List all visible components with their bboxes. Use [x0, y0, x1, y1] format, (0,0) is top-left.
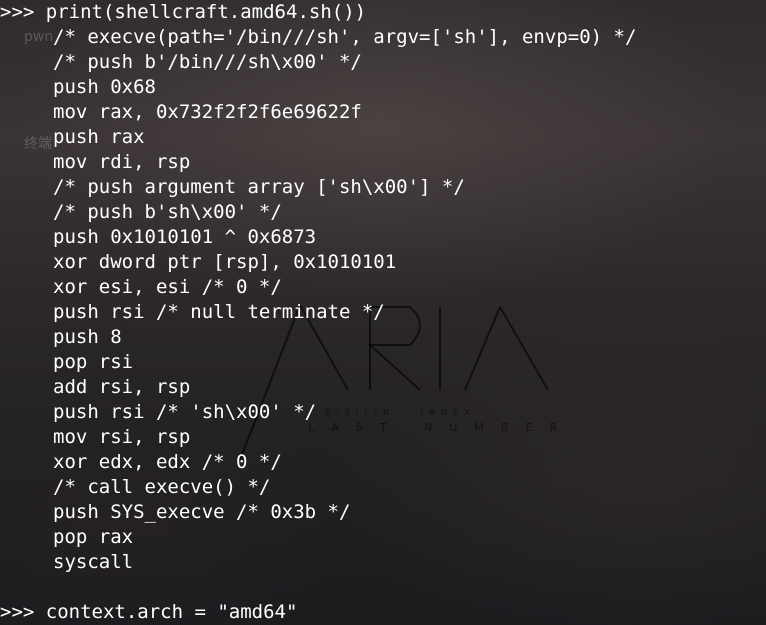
terminal-output-line: mov rax, 0x732f2f2f6e69622f	[53, 101, 362, 123]
terminal-next-command: context.arch = "amd64"	[45, 601, 298, 623]
terminal-output-line: xor edx, edx /* 0 */	[53, 451, 282, 473]
terminal-output-line: pop rax	[53, 526, 134, 548]
terminal-output-line: add rsi, rsp	[53, 376, 191, 398]
terminal-output-line: push 0x1010101 ^ 0x6873	[53, 226, 317, 248]
terminal-output-line: /* push b'/bin///sh\x00' */	[53, 51, 362, 73]
terminal-next-command-line: >>> context.arch = "amd64"	[0, 600, 636, 625]
terminal-output-line: mov rdi, rsp	[53, 151, 191, 173]
terminal-output-line: push 8	[53, 326, 122, 348]
terminal-output-line: syscall	[53, 551, 134, 573]
terminal-output-line: /* push argument array ['sh\x00'] */	[53, 176, 465, 198]
terminal-command: print(shellcraft.amd64.sh())	[45, 1, 367, 23]
terminal-output-line: pop rsi	[53, 351, 134, 373]
terminal-output-line: xor dword ptr [rsp], 0x1010101	[53, 251, 397, 273]
terminal-output-line: /* call execve() */	[53, 476, 271, 498]
terminal-output-line: /* push b'sh\x00' */	[53, 201, 282, 223]
terminal-output-line: push rax	[53, 126, 145, 148]
terminal-output-line: xor esi, esi /* 0 */	[53, 276, 282, 298]
terminal-output-line: mov rsi, rsp	[53, 426, 191, 448]
terminal-prompt: >>>	[0, 601, 35, 623]
terminal-output-lines: /* execve(path='/bin///sh', argv=['sh'],…	[0, 25, 636, 575]
terminal-output-line: push 0x68	[53, 76, 156, 98]
terminal-output[interactable]: >>> print(shellcraft.amd64.sh()) /* exec…	[0, 0, 636, 625]
terminal-command-line: >>> print(shellcraft.amd64.sh())	[0, 0, 636, 25]
terminal-output-line: push rsi /* 'sh\x00' */	[53, 401, 317, 423]
terminal-output-line: push rsi /* null terminate */	[53, 301, 385, 323]
terminal-output-line: /* execve(path='/bin///sh', argv=['sh'],…	[53, 26, 637, 48]
terminal-output-line: push SYS_execve /* 0x3b */	[53, 501, 351, 523]
terminal-prompt: >>>	[0, 1, 35, 23]
